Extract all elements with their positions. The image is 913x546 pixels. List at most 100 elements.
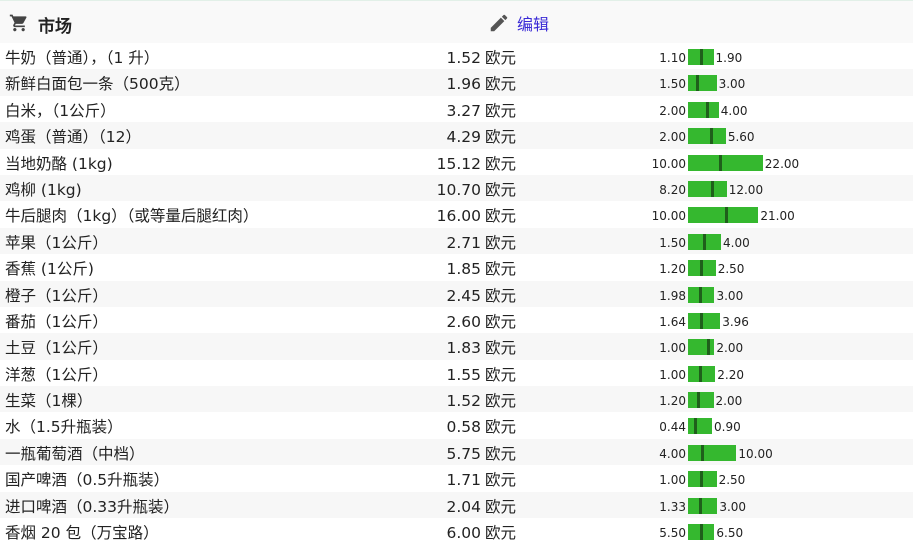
range-max: 21.00 — [760, 209, 795, 224]
table-row: 牛奶（普通），（1 升） 1.52 欧元 1.10 1.90 — [0, 43, 913, 69]
range-bar — [688, 444, 737, 461]
item-name: 苹果（1公斤） — [5, 233, 108, 252]
range-min: 1.20 — [659, 394, 686, 409]
range-min: 0.44 — [659, 420, 686, 435]
edit-button[interactable]: 编辑 — [488, 11, 549, 35]
item-name: 牛后腿肉（1kg）（或等量后腿红肉） — [5, 207, 259, 226]
price-marker — [711, 180, 714, 197]
item-name: 水（1.5升瓶装） — [5, 418, 123, 437]
item-price: 4.29 欧元 — [446, 125, 516, 147]
price-value: 15.12 — [436, 154, 481, 173]
range-bar — [688, 497, 718, 514]
price-value: 10.70 — [436, 180, 481, 199]
price-value: 2.04 — [446, 497, 481, 516]
price-marker — [700, 312, 703, 329]
range-min: 5.50 — [659, 526, 686, 541]
item-price: 6.00 欧元 — [446, 521, 516, 543]
item-price: 2.45 欧元 — [446, 284, 516, 306]
price-marker — [725, 207, 728, 224]
price-currency: 欧元 — [484, 75, 516, 94]
section-header: 市场 编辑 — [0, 0, 913, 43]
shopping-cart-icon — [9, 14, 27, 32]
range-min: 1.50 — [659, 235, 686, 250]
range-min: 8.20 — [659, 182, 686, 197]
range-max: 2.00 — [715, 394, 743, 409]
table-row: 鸡柳 (1kg) 10.70 欧元 8.20 12.00 — [0, 174, 913, 202]
range-max: 22.00 — [764, 156, 800, 171]
range-max: 2.50 — [718, 473, 746, 488]
table-row: 牛后腿肉（1kg）（或等量后腿红肉） 16.00 欧元 10.00 21.00 — [0, 201, 913, 227]
item-price: 1.83 欧元 — [446, 336, 516, 358]
range-bar — [688, 312, 721, 329]
range-min: 1.00 — [659, 367, 686, 382]
price-marker — [697, 392, 700, 409]
range-min: 1.64 — [659, 314, 686, 329]
price-value: 1.85 — [446, 260, 481, 279]
item-name: 香蕉 (1公斤) — [5, 260, 94, 279]
price-table: 牛奶（普通），（1 升） 1.52 欧元 1.10 1.90 新鲜白面包一条（500克） 1… — [0, 43, 913, 544]
range-max: 4.00 — [723, 235, 750, 250]
range-bar — [688, 154, 763, 171]
item-price: 1.96 欧元 — [446, 72, 516, 94]
range-bar — [688, 128, 726, 145]
price-marker — [696, 75, 699, 92]
item-price: 3.27 欧元 — [446, 99, 516, 121]
price-marker — [703, 233, 706, 250]
price-currency: 欧元 — [484, 471, 516, 490]
price-marker — [694, 418, 697, 435]
table-row: 新鲜白面包一条（500克） 1.96 欧元 1.50 3.00 — [0, 69, 913, 96]
table-row: 香烟 20 包（万宝路） 6.00 欧元 5.50 6.50 — [0, 518, 913, 544]
range-min: 1.00 — [659, 341, 686, 356]
price-currency: 欧元 — [484, 49, 516, 67]
range-max: 6.50 — [716, 526, 744, 541]
range-max: 3.00 — [716, 288, 744, 303]
item-price: 2.04 欧元 — [446, 495, 516, 517]
price-marker — [700, 524, 703, 541]
range-bar — [688, 180, 727, 197]
item-name: 一瓶葡萄酒（中档） — [5, 444, 145, 463]
price-currency: 欧元 — [484, 101, 516, 120]
item-name: 牛奶（普通），（1 升） — [5, 49, 160, 67]
range-min: 1.20 — [659, 262, 686, 277]
range-bar — [688, 75, 717, 92]
table-row: 白米，（1公斤） 3.27 欧元 2.00 4.00 — [0, 96, 913, 122]
item-price: 0.58 欧元 — [446, 415, 516, 437]
range-max: 2.00 — [716, 341, 744, 356]
range-bar — [688, 418, 713, 435]
range-min: 1.98 — [659, 288, 686, 303]
table-row: 苹果（1公斤） 2.71 欧元 1.50 4.00 — [0, 227, 913, 255]
market-section: 市场 编辑 牛奶（普通），（1 升） 1.52 欧元 1.10 1.90 新鲜白面包一条（… — [0, 0, 913, 546]
price-value: 1.52 — [446, 392, 481, 411]
price-value: 6.00 — [446, 524, 481, 543]
range-min: 10.00 — [651, 209, 686, 224]
range-max: 2.50 — [717, 262, 745, 277]
item-name: 进口啤酒（0.33升瓶装） — [5, 497, 180, 516]
range-max: 5.60 — [727, 130, 755, 145]
price-currency: 欧元 — [484, 524, 516, 543]
item-price: 16.00 欧元 — [437, 204, 516, 226]
price-value: 5.75 — [446, 444, 481, 463]
edit-label: 编辑 — [517, 15, 550, 34]
price-marker — [707, 339, 710, 356]
price-value: 1.71 — [446, 471, 481, 490]
price-currency: 欧元 — [484, 260, 516, 279]
item-name: 土豆（1公斤） — [5, 339, 108, 358]
table-row: 鸡蛋（普通）（12） 4.29 欧元 2.00 5.60 — [0, 122, 913, 149]
price-value: 1.52 — [446, 49, 481, 67]
item-name: 生菜（1棵） — [5, 392, 93, 411]
price-value: 1.83 — [446, 339, 481, 358]
item-price: 10.70 欧元 — [437, 178, 516, 200]
range-bar — [688, 101, 719, 118]
price-marker — [700, 49, 703, 65]
item-price: 2.71 欧元 — [446, 231, 516, 253]
item-name: 橙子（1公斤） — [5, 286, 108, 305]
price-value: 4.29 — [446, 128, 481, 147]
table-row: 土豆（1公斤） 1.83 欧元 1.00 2.00 — [0, 333, 913, 360]
table-row: 国产啤酒（0.5升瓶装） 1.71 欧元 1.00 2.50 — [0, 465, 913, 491]
range-min: 1.10 — [659, 51, 686, 65]
section-title: 市场 — [38, 17, 72, 37]
item-price: 15.12 欧元 — [437, 152, 516, 174]
table-row: 进口啤酒（0.33升瓶装） 2.04 欧元 1.33 3.00 — [0, 491, 913, 519]
table-row: 橙子（1公斤） 2.45 欧元 1.98 3.00 — [0, 280, 913, 307]
range-max: 3.96 — [722, 314, 749, 329]
